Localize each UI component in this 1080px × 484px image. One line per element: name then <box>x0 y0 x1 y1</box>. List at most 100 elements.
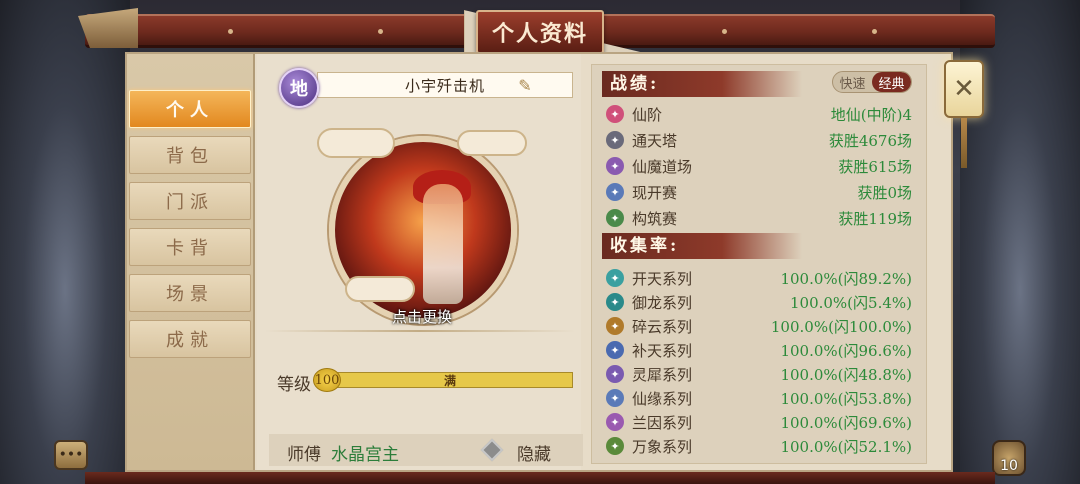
record-value: 获胜119场 <box>838 210 912 228</box>
cloud-icon: ✦ <box>606 317 624 335</box>
background-left <box>0 0 130 484</box>
collection-label: 仙缘系列 <box>632 390 693 408</box>
collection-row: ✦ 碎云系列 100.0%(闪100.0%) <box>606 315 920 337</box>
collection-value: 100.0%(闪69.6%) <box>780 414 912 432</box>
avatar-figure <box>423 184 463 304</box>
sidebar-item-backpack[interactable]: 背包 <box>129 136 251 174</box>
collection-value: 100.0%(闪5.4%) <box>789 294 912 312</box>
collection-label: 灵犀系列 <box>632 366 693 384</box>
horn-icon: ✦ <box>606 365 624 383</box>
level-value: 100 <box>313 368 341 392</box>
collection-value: 100.0%(闪100.0%) <box>770 318 912 336</box>
collection-row: ✦ 兰因系列 100.0%(闪69.6%) <box>606 411 920 433</box>
collection-label: 开天系列 <box>632 270 693 288</box>
cloud-ornament <box>457 130 527 156</box>
sidebar-item-sect[interactable]: 门派 <box>129 182 251 220</box>
record-label: 构筑赛 <box>632 210 678 228</box>
avatar[interactable]: 点击更换 <box>317 126 527 326</box>
hide-checkbox[interactable] <box>480 438 504 462</box>
level-row: 等级 满 100 <box>277 368 577 395</box>
level-label: 等级 <box>277 375 311 395</box>
divider <box>265 330 575 332</box>
master-label: 师傅 <box>287 445 321 465</box>
stats-section: 战绩: 快速 经典 ✦ 仙阶 地仙(中阶)4 ✦ 通天塔 获胜4676场 ✦ 仙魔道场 获胜61… <box>591 64 927 464</box>
master-row: 师傅 水晶宫主 隐藏 <box>269 434 583 466</box>
collection-value: 100.0%(闪48.8%) <box>780 366 912 384</box>
collection-value: 100.0%(闪89.2%) <box>780 270 912 288</box>
mode-quick-button[interactable]: 快速 <box>833 72 872 92</box>
sidebar-item-scene[interactable]: 场景 <box>129 274 251 312</box>
collection-label: 万象系列 <box>632 438 693 456</box>
page-title: 个人资料 <box>476 10 604 54</box>
sidebar-item-label: 个人 <box>166 100 214 121</box>
sidebar-item-label: 成就 <box>166 330 214 351</box>
hide-label: 隐藏 <box>517 445 551 465</box>
beam-stud <box>378 29 383 34</box>
yin-yang-icon: ✦ <box>606 157 624 175</box>
collection-value: 100.0%(闪53.8%) <box>780 390 912 408</box>
sidebar-item-label: 卡背 <box>166 238 214 259</box>
sidebar-item-personal[interactable]: 个人 <box>129 90 251 128</box>
record-row: ✦ 构筑赛 获胜119场 <box>606 207 920 229</box>
lantern-tassel <box>961 118 967 168</box>
dragon-icon: ✦ <box>606 293 624 311</box>
orchid-icon: ✦ <box>606 413 624 431</box>
collection-label: 补天系列 <box>632 342 693 360</box>
collection-label: 碎云系列 <box>632 318 693 336</box>
sidebar-item-label: 场景 <box>166 284 214 305</box>
gift-count: 10 <box>1000 458 1018 474</box>
level-progress-bar: 满 <box>327 372 573 388</box>
record-label: 仙阶 <box>632 106 663 124</box>
chat-icon: ••• <box>58 447 84 463</box>
sidebar-item-label: 背包 <box>166 146 214 167</box>
record-label: 现开赛 <box>632 184 678 202</box>
level-bar-text: 满 <box>443 373 456 388</box>
record-title: 战绩: <box>602 71 802 97</box>
sidebar: 个人 背包 门派 卡背 场景 成就 <box>127 54 255 470</box>
collection-row: ✦ 开天系列 100.0%(闪89.2%) <box>606 267 920 289</box>
collection-row: ✦ 仙缘系列 100.0%(闪53.8%) <box>606 387 920 409</box>
main-panel: 个人 背包 门派 卡背 场景 成就 小宇歼击机 地 ✎ 点击更换 等级 满 10… <box>125 52 953 472</box>
record-label: 仙魔道场 <box>632 158 693 176</box>
sidebar-item-achievement[interactable]: 成就 <box>129 320 251 358</box>
beam-stud <box>722 29 727 34</box>
cloud-ornament <box>345 276 415 302</box>
beam-stud <box>228 29 233 34</box>
record-row: ✦ 仙阶 地仙(中阶)4 <box>606 103 920 125</box>
chat-button[interactable]: ••• <box>54 440 88 470</box>
mode-classic-button[interactable]: 经典 <box>872 72 911 92</box>
sky-icon: ✦ <box>606 269 624 287</box>
collection-value: 100.0%(闪96.6%) <box>780 342 912 360</box>
cloud-icon: ✦ <box>606 341 624 359</box>
mode-toggle[interactable]: 快速 经典 <box>832 71 912 93</box>
star-icon: ✦ <box>606 105 624 123</box>
eye-icon: ✦ <box>606 389 624 407</box>
profile-section: 小宇歼击机 地 ✎ 点击更换 等级 满 100 师傅 水晶宫主 隐藏 <box>257 54 583 470</box>
search-icon: ✦ <box>606 183 624 201</box>
master-name[interactable]: 水晶宫主 <box>331 440 399 465</box>
record-value: 地仙(中阶)4 <box>830 106 912 124</box>
close-icon: ✕ <box>953 74 975 104</box>
cloud-ornament <box>317 128 395 158</box>
record-label: 通天塔 <box>632 132 678 150</box>
record-value: 获胜615场 <box>838 158 912 176</box>
leaf-icon: ✦ <box>606 437 624 455</box>
beam-stud <box>872 29 877 34</box>
sidebar-item-card-back[interactable]: 卡背 <box>129 228 251 266</box>
collection-row: ✦ 灵犀系列 100.0%(闪48.8%) <box>606 363 920 385</box>
collection-row: ✦ 补天系列 100.0%(闪96.6%) <box>606 339 920 361</box>
collection-value: 100.0%(闪52.1%) <box>780 438 912 456</box>
sidebar-item-label: 门派 <box>166 192 214 213</box>
close-button[interactable]: ✕ <box>944 60 984 118</box>
change-avatar-label[interactable]: 点击更换 <box>317 306 527 327</box>
record-value: 获胜0场 <box>857 184 912 202</box>
record-row: ✦ 通天塔 获胜4676场 <box>606 129 920 151</box>
record-value: 获胜4676场 <box>828 132 912 150</box>
record-row: ✦ 现开赛 获胜0场 <box>606 181 920 203</box>
collection-row: ✦ 御龙系列 100.0%(闪5.4%) <box>606 291 920 313</box>
collection-label: 兰因系列 <box>632 414 693 432</box>
collection-label: 御龙系列 <box>632 294 693 312</box>
brush-icon[interactable]: ✎ <box>515 75 535 95</box>
realm-badge: 地 <box>279 68 319 108</box>
collection-title: 收集率: <box>602 233 802 259</box>
